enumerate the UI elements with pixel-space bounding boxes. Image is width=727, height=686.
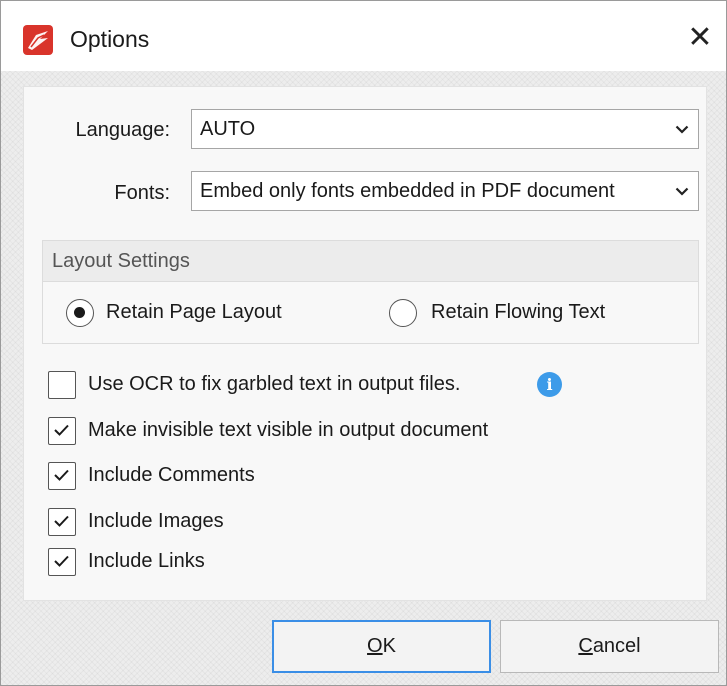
fonts-label: Fonts: <box>114 182 170 204</box>
dialog-body: Language: AUTO Fonts: Embed only fonts e… <box>1 71 726 685</box>
layout-settings-header: Layout Settings <box>43 241 698 282</box>
radio-label-retain-page-layout[interactable]: Retain Page Layout <box>106 298 282 326</box>
checkmark-icon <box>54 555 69 567</box>
close-icon[interactable]: ✕ <box>683 21 717 55</box>
ok-mnemonic: O <box>367 635 383 657</box>
checkbox-label-use-ocr[interactable]: Use OCR to fix garbled text in output fi… <box>88 370 460 398</box>
checkmark-icon <box>54 515 69 527</box>
cancel-mnemonic: C <box>578 635 593 657</box>
checkbox-label-make-invisible-text-visible[interactable]: Make invisible text visible in output do… <box>88 416 488 444</box>
chevron-down-icon <box>674 172 690 210</box>
info-icon[interactable]: i <box>537 372 562 397</box>
checkbox-make-invisible-text-visible[interactable] <box>48 417 76 445</box>
radio-retain-flowing-text[interactable] <box>389 299 417 327</box>
checkbox-label-include-comments[interactable]: Include Comments <box>88 461 255 489</box>
layout-settings-group: Layout Settings Retain Page Layout Retai… <box>42 240 699 344</box>
radio-retain-page-layout[interactable] <box>66 299 94 327</box>
language-value: AUTO <box>200 118 256 140</box>
options-dialog: Options ✕ Language: AUTO Fonts: Embed on… <box>0 0 727 686</box>
radio-selected-dot <box>74 307 85 318</box>
checkbox-label-include-images[interactable]: Include Images <box>88 507 224 535</box>
layout-settings-title: Layout Settings <box>52 250 190 272</box>
language-label: Language: <box>75 119 170 141</box>
checkbox-use-ocr[interactable] <box>48 371 76 399</box>
dialog-title: Options <box>70 26 150 52</box>
radio-label-retain-flowing-text[interactable]: Retain Flowing Text <box>431 298 605 326</box>
language-select[interactable]: AUTO <box>191 109 699 149</box>
title-bar: Options ✕ <box>1 1 726 71</box>
checkmark-icon <box>54 424 69 436</box>
cancel-label-rest: ancel <box>592 635 641 657</box>
checkbox-include-images[interactable] <box>48 508 76 536</box>
fonts-value: Embed only fonts embedded in PDF documen… <box>200 180 615 202</box>
checkbox-label-include-links[interactable]: Include Links <box>88 547 205 575</box>
cancel-button[interactable]: Cancel <box>500 620 719 673</box>
chevron-down-icon <box>674 110 690 148</box>
fonts-select[interactable]: Embed only fonts embedded in PDF documen… <box>191 171 699 211</box>
options-panel: Language: AUTO Fonts: Embed only fonts e… <box>23 86 707 601</box>
checkbox-include-links[interactable] <box>48 548 76 576</box>
pdf-xchange-logo-icon <box>23 25 53 55</box>
ok-label-rest: K <box>382 635 396 657</box>
checkmark-icon <box>54 469 69 481</box>
checkbox-include-comments[interactable] <box>48 462 76 490</box>
ok-button[interactable]: OK <box>272 620 491 673</box>
